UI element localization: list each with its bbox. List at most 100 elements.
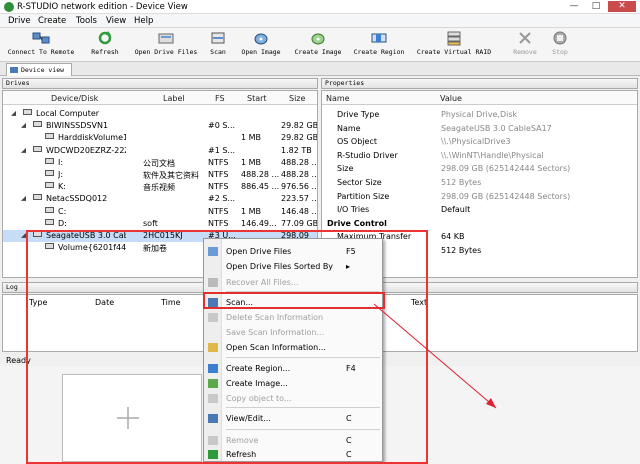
property-row[interactable]: Name SeagateUSB 3.0 CableSA17	[321, 122, 640, 136]
drive-row[interactable]: C: NTFS 1 MB 146.48 ...	[3, 206, 317, 218]
property-row[interactable]: OS Object \\.\PhysicalDrive3	[321, 135, 640, 149]
properties-panel-header: Properties	[321, 78, 638, 89]
create-region-icon	[371, 33, 387, 43]
tab-bar: Device view	[0, 62, 640, 76]
device-view-icon	[10, 67, 18, 73]
expand-toggle-icon[interactable]: ◢	[11, 109, 16, 117]
disk-icon	[45, 218, 54, 225]
col-name[interactable]: Name	[326, 94, 350, 103]
property-row[interactable]: Partition Size 298.09 GB (625142448 Secto…	[321, 190, 640, 204]
menu-help[interactable]: Help	[134, 16, 153, 26]
disk-fs: #1 S...	[208, 145, 236, 155]
connect-to-remote-button[interactable]: Connect To Remote	[6, 30, 76, 60]
property-row[interactable]: R-Studio Driver \\.\WinNT\Handle\Physical	[321, 149, 640, 163]
app-logo-icon	[4, 2, 14, 12]
disk-start: 1 MB	[241, 206, 262, 216]
disk-name: I:	[58, 157, 64, 167]
drive-row[interactable]: ◢ NetacSSDQ012 #2 S... 223.57 ...	[3, 193, 317, 205]
disk-name: NetacSSDQ012	[46, 194, 108, 204]
drive-row[interactable]: K: 音乐视频 NTFS 886.45 ... 976.56 ...	[3, 181, 317, 193]
expand-toggle-icon[interactable]: ◢	[21, 146, 26, 154]
property-name: OS Object	[337, 137, 377, 147]
drive-row[interactable]: ◢ BIWINSSDSVN1 #0 S... 29.82 GB	[3, 120, 317, 132]
disk-start: 488.28 ...	[241, 170, 280, 179]
disk-start: 1 MB	[241, 133, 262, 143]
menu-tools[interactable]: Tools	[76, 16, 97, 26]
expand-toggle-icon[interactable]: ◢	[21, 194, 26, 202]
property-value: 512 Bytes	[441, 246, 482, 255]
refresh-icon	[98, 31, 112, 45]
disk-size: 29.82 GB	[281, 133, 317, 143]
col-start[interactable]: Start	[247, 94, 267, 103]
properties-column-header: Name Value	[322, 91, 637, 105]
menu-view[interactable]: View	[106, 16, 126, 26]
stop-button[interactable]: Stop	[548, 30, 572, 60]
create-virtual-raid-button[interactable]: Create Virtual RAID	[414, 30, 494, 60]
disk-name: Local Computer	[36, 109, 100, 118]
disk-label: soft	[143, 218, 158, 228]
property-value: 298.09 GB (625142448 Sectors)	[441, 191, 571, 201]
property-row[interactable]: Size 298.09 GB (625142444 Sectors)	[321, 162, 640, 176]
property-name: Name	[337, 123, 361, 133]
disk-icon	[33, 194, 42, 201]
disk-size: 488.28 ...	[281, 170, 317, 179]
connect-icon	[32, 32, 50, 44]
property-value: Default	[441, 205, 471, 215]
disk-size: 488.28 ...	[281, 157, 317, 167]
disk-size: 77.09 GB	[281, 218, 317, 228]
disk-size: 976.56 ...	[281, 182, 317, 192]
menu-drive[interactable]: Drive	[8, 16, 31, 26]
open-drive-icon	[158, 33, 174, 44]
disk-name: K:	[58, 182, 66, 192]
col-fs[interactable]: FS	[215, 94, 225, 103]
menu-create[interactable]: Create	[38, 16, 66, 26]
drive-row[interactable]: I: 公司文档 NTFS 1 MB 488.28 ...	[3, 157, 317, 169]
disk-name: D:	[58, 218, 67, 228]
disk-icon	[45, 206, 54, 213]
disk-fs: #2 S...	[208, 194, 236, 204]
property-row[interactable]: Sector Size 512 Bytes	[321, 176, 640, 190]
col-size[interactable]: Size	[289, 94, 305, 103]
maximize-button[interactable]: □	[586, 1, 606, 12]
open-image-icon	[254, 33, 268, 45]
disk-name: HarddiskVolume1	[58, 133, 126, 143]
drive-row[interactable]: ◢ Local Computer	[3, 108, 317, 120]
raid-icon	[447, 31, 461, 46]
create-image-button[interactable]: Create Image	[292, 30, 344, 60]
disk-fs: #0 S...	[208, 121, 236, 131]
disk-label: 音乐视频	[143, 183, 175, 193]
property-row[interactable]: Drive Type Physical Drive,Disk	[321, 108, 640, 122]
drive-row[interactable]: ◢ WDCWD20EZRZ-22Z5... #1 S... 1.82 TB	[3, 145, 317, 157]
drive-row[interactable]: J: 软件及其它资料 NTFS 488.28 ... 488.28 ...	[3, 169, 317, 181]
computer-icon	[23, 109, 32, 115]
stop-icon	[553, 31, 567, 45]
disk-icon	[33, 145, 42, 152]
property-row[interactable]: Drive Control	[321, 217, 640, 231]
close-button[interactable]: ✕	[608, 1, 636, 12]
title-bar: R-STUDIO network edition - Device View —…	[0, 0, 640, 14]
col-device-disk[interactable]: Device/Disk	[51, 94, 98, 103]
create-region-button[interactable]: Create Region	[352, 30, 406, 60]
open-drive-files-button[interactable]: Open Drive Files	[132, 30, 200, 60]
property-name: Drive Control	[327, 218, 387, 228]
tab-device-view[interactable]: Device view	[6, 63, 72, 76]
col-label[interactable]: Label	[163, 94, 185, 103]
expand-toggle-icon[interactable]: ◢	[21, 121, 26, 129]
annotation-arrow	[373, 303, 497, 409]
disk-size: 223.57 ...	[281, 194, 317, 204]
drive-row[interactable]: HarddiskVolume1 1 MB 29.82 GB	[3, 132, 317, 144]
remove-button[interactable]: Remove	[510, 30, 540, 60]
disk-name: BIWINSSDSVN1	[46, 121, 109, 131]
col-value[interactable]: Value	[440, 94, 462, 103]
disk-size: 1.82 TB	[281, 145, 312, 155]
drive-row[interactable]: D: soft NTFS 146.49... 77.09 GB	[3, 218, 317, 230]
refresh-button[interactable]: Refresh	[86, 30, 124, 60]
property-name: I/O Tries	[337, 205, 370, 215]
property-row[interactable]: I/O Tries Default	[321, 203, 640, 217]
disk-icon	[45, 170, 54, 176]
open-image-button[interactable]: Open Image	[238, 30, 284, 60]
scan-button[interactable]: Scan	[206, 30, 230, 60]
highlight-frame	[26, 230, 428, 464]
minimize-button[interactable]: —	[564, 1, 584, 12]
property-value: Physical Drive,Disk	[441, 110, 518, 119]
